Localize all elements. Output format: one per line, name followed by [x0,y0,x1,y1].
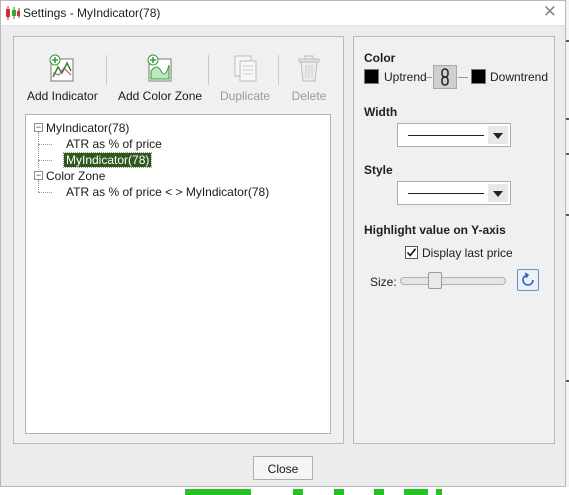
background-volume-bar [436,489,442,495]
indicator-tree-panel: Add Indicator Add Color Zone Duplicate D… [13,36,344,444]
chevron-down-icon [493,133,503,139]
background-volume-bar [293,489,303,495]
checkmark-icon [406,248,417,257]
link-connector [458,77,468,78]
delete-button[interactable]: Delete [284,53,334,105]
add-color-zone-button[interactable]: Add Color Zone [118,53,202,105]
style-heading: Style [364,163,393,177]
width-dropdown[interactable] [397,123,511,147]
tree-item-color-zone[interactable]: Color Zone [46,169,105,183]
tree-item-myindicator-selected[interactable]: MyIndicator(78) [62,152,153,168]
window-title: Settings - MyIndicator(78) [23,6,161,20]
color-heading: Color [364,51,396,65]
delete-label: Delete [291,89,327,103]
style-preview-line [408,193,484,194]
tree-connector [38,144,52,145]
background-bottom-strip [0,487,569,495]
highlight-heading: Highlight value on Y-axis [364,223,506,237]
tree-connector [38,180,39,192]
toolbar-separator [208,55,209,85]
duplicate-label: Duplicate [219,89,271,103]
indicator-tree[interactable]: − MyIndicator(78) ATR as % of price MyIn… [25,114,331,434]
size-label: Size: [370,275,397,289]
add-color-zone-label: Add Color Zone [118,89,203,103]
width-heading: Width [364,105,398,119]
close-button[interactable]: Close [253,456,313,480]
display-last-price-label: Display last price [422,246,513,260]
dropdown-button [488,126,508,144]
candlestick-icon [6,6,20,20]
link-colors-button[interactable] [433,65,457,89]
add-indicator-label: Add Indicator [27,89,98,103]
chevron-down-icon [493,191,503,197]
add-color-zone-icon [147,54,172,82]
trash-icon [298,55,320,82]
toolbar-separator [278,55,279,85]
properties-panel: Color Uptrend Downtrend Width Style High… [353,36,555,444]
size-slider[interactable] [400,277,506,285]
tree-connector [38,192,52,193]
duplicate-button[interactable]: Duplicate [215,53,275,105]
tree-collapse-toggle[interactable]: − [34,171,43,180]
title-bar: Settings - MyIndicator(78) ✕ [1,1,565,26]
background-volume-bar [374,489,384,495]
uptrend-label: Uptrend [384,70,427,84]
duplicate-icon [234,55,257,82]
background-volume-bar [334,489,344,495]
link-connector [426,77,432,78]
downtrend-color-swatch[interactable] [471,69,486,84]
tree-item-color-zone-rule[interactable]: ATR as % of price < > MyIndicator(78) [66,185,269,199]
display-last-price-checkbox[interactable] [405,246,418,259]
close-icon[interactable]: ✕ [543,2,557,22]
background-volume-bar [185,489,251,495]
background-volume-bar [404,489,428,495]
downtrend-label: Downtrend [490,70,549,84]
uptrend-color-swatch[interactable] [364,69,379,84]
style-dropdown[interactable] [397,181,511,205]
reset-icon [522,272,534,286]
settings-dialog: Settings - MyIndicator(78) ✕ Add Indicat… [0,0,566,487]
size-slider-thumb[interactable] [427,272,442,289]
tree-item-myindicator[interactable]: MyIndicator(78) [46,121,129,135]
toolbar-separator [106,55,107,85]
tree-collapse-toggle[interactable]: − [34,123,43,132]
tree-connector [38,160,52,161]
reset-size-button[interactable] [517,269,539,291]
width-preview-line [408,135,484,136]
add-indicator-icon [49,54,74,82]
dropdown-button [488,184,508,202]
chain-link-icon [441,68,449,86]
tree-item-atr[interactable]: ATR as % of price [66,137,162,151]
add-indicator-button[interactable]: Add Indicator [27,53,98,105]
